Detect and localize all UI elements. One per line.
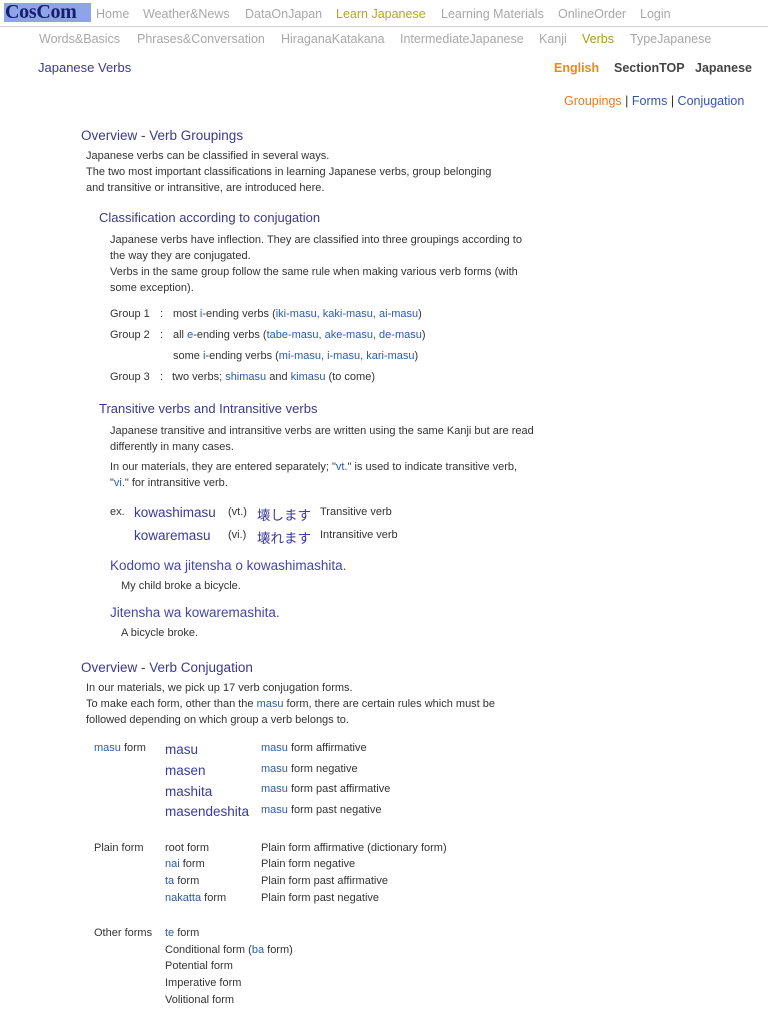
masu-form-label: masu form — [94, 742, 146, 754]
masu-form-item: masen — [165, 763, 206, 778]
nav-online-order[interactable]: OnlineOrder — [558, 7, 626, 21]
text-line: In our materials, we pick up 17 verb con… — [86, 682, 353, 694]
lang-english[interactable]: English — [554, 61, 599, 75]
nav-learning-materials[interactable]: Learning Materials — [441, 7, 544, 21]
example-sentence: Kodomo wa jitensha o kowashimashita. — [110, 558, 347, 573]
group-description: most i-ending verbs (iki-masu, kaki-masu… — [173, 308, 422, 320]
example-tag: (vi.) — [228, 529, 247, 541]
plain-form-item: root form — [165, 842, 210, 854]
masu-form-desc: masu form affirmative — [261, 742, 367, 754]
nav-learn-japanese[interactable]: Learn Japanese — [336, 7, 426, 21]
nav-home[interactable]: Home — [96, 7, 129, 21]
text-line: To make each form, other than the masu f… — [86, 698, 496, 710]
subnav-phrases-conversation[interactable]: Phrases&Conversation — [137, 32, 265, 46]
lang-japanese[interactable]: Japanese — [695, 61, 752, 75]
other-forms-label: Other forms — [94, 927, 153, 939]
masu-form-item: masu — [165, 742, 199, 757]
group-colon: : — [160, 371, 164, 383]
group-colon: : — [160, 308, 164, 320]
example-kana: 壊します — [257, 508, 311, 524]
text-line: Verbs in the same group follow the same … — [110, 266, 518, 278]
group-description: two verbs; shimasu and kimasu (to come) — [172, 371, 375, 383]
plain-form-item: ta form — [165, 875, 200, 887]
plain-form-desc: Plain form past affirmative — [261, 875, 388, 887]
subnav-kanji[interactable]: Kanji — [539, 32, 567, 46]
other-form-item: Conditional form (ba form) — [165, 944, 293, 956]
anchor-groupings[interactable]: Groupings — [564, 94, 622, 108]
example-sentence: Jitensha wa kowaremashita. — [110, 605, 280, 620]
sentence-translation: A bicycle broke. — [121, 627, 199, 639]
example-tag: (vt.) — [228, 506, 247, 518]
masu-form-desc: masu form negative — [261, 763, 358, 775]
text-line: the way they are conjugated. — [110, 250, 251, 262]
classification-heading: Classification according to conjugation — [99, 210, 321, 225]
example-romaji: kowashimasu — [134, 505, 216, 520]
subnav-intermediate-japanese[interactable]: IntermediateJapanese — [400, 32, 524, 46]
site-logo[interactable]: CosCom — [4, 2, 91, 22]
anchor-conjugation[interactable]: Conjugation — [678, 94, 745, 108]
page-title: Japanese Verbs — [38, 60, 132, 75]
masu-form-item: masendeshita — [165, 804, 250, 819]
section-top-link[interactable]: SectionTOP — [614, 61, 685, 75]
text-line: Japanese verbs have inflection. They are… — [110, 234, 522, 246]
example-meaning: Transitive verb — [320, 506, 392, 518]
anchor-forms[interactable]: Forms — [632, 94, 667, 108]
subnav-type-japanese[interactable]: TypeJapanese — [630, 32, 711, 46]
plain-form-desc: Plain form affirmative (dictionary form) — [261, 842, 447, 854]
group-label: Group 3 — [110, 371, 150, 383]
other-form-item: Imperative form — [165, 977, 242, 989]
example-meaning: Intransitive verb — [320, 529, 398, 541]
text-line: and transitive or intransitive, are intr… — [86, 182, 325, 194]
transitive-heading: Transitive verbs and Intransitive verbs — [99, 401, 318, 416]
subnav-words-basics[interactable]: Words&Basics — [39, 32, 120, 46]
transitive-note: In our materials, they are entered separ… — [110, 459, 517, 491]
subnav-hiragana-katakana[interactable]: HiraganaKatakana — [281, 32, 385, 46]
masu-form-desc: masu form past negative — [261, 804, 382, 816]
text-line: In our materials, they are entered separ… — [110, 461, 518, 473]
classification-text: Japanese verbs have inflection. They are… — [110, 232, 522, 296]
group-label: Group 1 — [110, 308, 150, 320]
conjugation-heading: Overview - Verb Conjugation — [81, 660, 253, 675]
anchor-separator: | — [625, 94, 629, 108]
group-colon: : — [160, 329, 164, 341]
text-line: Japanese transitive and intransitive ver… — [110, 425, 534, 437]
nav-login[interactable]: Login — [640, 7, 671, 21]
example-label: ex. — [110, 506, 125, 518]
example-romaji: kowaremasu — [134, 528, 211, 543]
text-line: The two most important classifications i… — [86, 166, 492, 178]
groupings-heading: Overview - Verb Groupings — [81, 128, 244, 143]
plain-form-label: Plain form — [94, 842, 144, 854]
plain-form-item: nakatta form — [165, 892, 227, 904]
plain-form-item: nai form — [165, 858, 205, 870]
other-form-item: Volitional form — [165, 994, 235, 1006]
anchor-separator: | — [670, 94, 675, 108]
text-line: Japanese verbs can be classified in seve… — [86, 150, 330, 162]
nav-weather-news[interactable]: Weather&News — [143, 7, 230, 21]
plain-form-desc: Plain form past negative — [261, 892, 380, 904]
section-anchors: Groupings | Forms | Conjugation — [564, 94, 744, 108]
sentence-translation: My child broke a bicycle. — [121, 580, 241, 592]
nav-divider — [0, 26, 768, 27]
other-form-item: Potential form — [165, 960, 233, 972]
other-form-item: te form — [165, 927, 200, 939]
group-label: Group 2 — [110, 329, 150, 341]
text-line: "vi." for intransitive verb. — [110, 477, 228, 489]
masu-form-desc: masu form past affirmative — [261, 783, 391, 795]
text-line: followed depending on which group a verb… — [86, 714, 349, 726]
group-description: some i-ending verbs (mi-masu, i-masu, ka… — [173, 350, 419, 362]
plain-form-desc: Plain form negative — [261, 858, 356, 870]
subnav-verbs[interactable]: Verbs — [582, 32, 614, 46]
group-description: all e-ending verbs (tabe-masu, ake-masu,… — [173, 329, 426, 341]
transitive-text: Japanese transitive and intransitive ver… — [110, 423, 534, 455]
example-kana: 壊れます — [257, 531, 311, 547]
nav-data-on-japan[interactable]: DataOnJapan — [245, 7, 322, 21]
text-line: some exception). — [110, 282, 194, 294]
masu-form-item: mashita — [165, 784, 213, 799]
conjugation-intro: In our materials, we pick up 17 verb con… — [86, 680, 495, 728]
text-line: differently in many cases. — [110, 441, 234, 453]
groupings-intro: Japanese verbs can be classified in seve… — [86, 148, 491, 196]
